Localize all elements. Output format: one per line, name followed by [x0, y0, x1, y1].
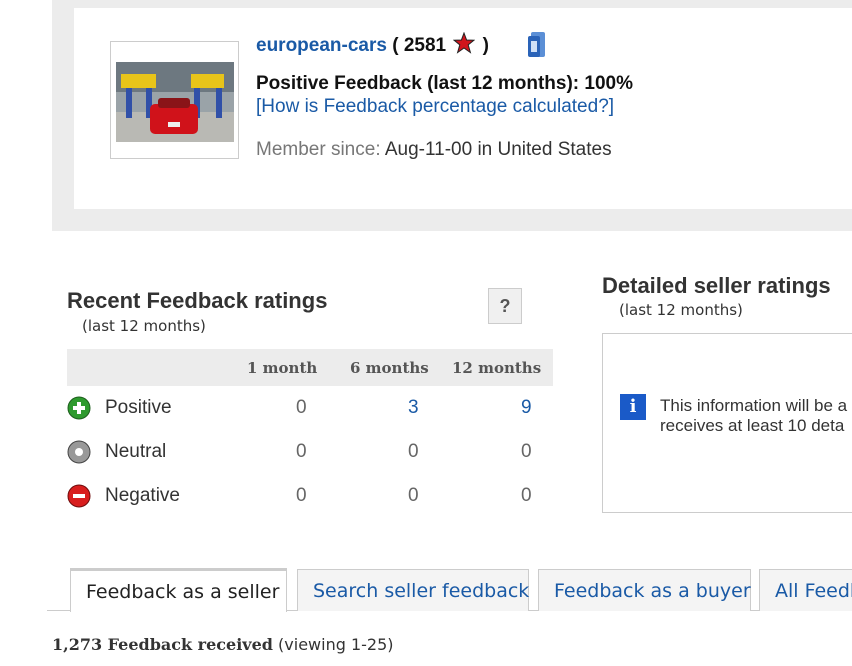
username-link[interactable]: european-cars	[256, 35, 387, 56]
feedback-calculation-link[interactable]: [How is Feedback percentage calculated?]	[256, 96, 614, 118]
neutral-icon	[67, 440, 91, 469]
row-label: Neutral	[105, 441, 167, 462]
message-line-1: This information will be a	[660, 396, 848, 415]
positive-icon	[67, 396, 91, 425]
row-label: Positive	[105, 397, 172, 418]
received-count: 1,273 Feedback received	[52, 635, 273, 654]
value-6-months: 0	[408, 485, 419, 506]
column-12-months: 12 months	[452, 359, 542, 377]
info-icon: i	[620, 394, 646, 420]
tab-search-seller-feedback[interactable]: Search seller feedback	[297, 569, 529, 611]
member-since-label: Member since:	[256, 139, 381, 160]
row-label: Negative	[105, 485, 180, 506]
tab-all-feedback[interactable]: All Feedb	[759, 569, 852, 611]
member-since-value: Aug-11-00 in United States	[384, 139, 612, 160]
value-6-months: 0	[408, 441, 419, 462]
feedback-score-close: )	[482, 35, 489, 56]
feedback-score: ( 2581	[392, 35, 447, 56]
negative-icon	[67, 484, 91, 513]
value-12-months[interactable]: 9	[521, 397, 532, 419]
value-1-month: 0	[296, 485, 307, 506]
message-line-2: receives at least 10 deta	[660, 416, 845, 435]
value-1-month: 0	[296, 441, 307, 462]
feedback-received-count: 1,273 Feedback received (viewing 1-25)	[52, 635, 394, 654]
detailed-ratings-message: This information will be a receives at l…	[660, 396, 847, 436]
star-icon	[453, 31, 476, 60]
help-button[interactable]: ?	[488, 288, 522, 324]
viewing-range: (viewing 1-25)	[278, 635, 394, 654]
tab-feedback-as-buyer[interactable]: Feedback as a buyer	[538, 569, 751, 611]
column-1-month: 1 month	[247, 359, 318, 377]
positive-feedback-percentage: Positive Feedback (last 12 months): 100%	[256, 73, 633, 94]
store-photo[interactable]	[110, 41, 239, 159]
column-6-months: 6 months	[350, 359, 429, 377]
table-row: Neutral 0 0 0	[67, 438, 553, 478]
mobile-seller-icon[interactable]	[527, 31, 547, 64]
value-12-months: 0	[521, 441, 532, 462]
value-1-month: 0	[296, 397, 307, 418]
recent-feedback-subtitle: (last 12 months)	[82, 317, 206, 335]
value-6-months[interactable]: 3	[408, 397, 419, 419]
detailed-ratings-title: Detailed seller ratings	[602, 273, 831, 298]
tab-feedback-as-seller[interactable]: Feedback as a seller	[70, 568, 287, 612]
value-12-months: 0	[521, 485, 532, 506]
ratings-table-header: 1 month 6 months 12 months	[67, 349, 553, 386]
table-row: Negative 0 0 0	[67, 482, 553, 522]
username-row: european-cars ( 2581 )	[256, 31, 489, 60]
detailed-ratings-subtitle: (last 12 months)	[619, 301, 743, 319]
recent-feedback-title: Recent Feedback ratings	[67, 288, 328, 313]
member-since: Member since: Aug-11-00 in United States	[256, 139, 612, 161]
table-row: Positive 0 3 9	[67, 394, 553, 434]
